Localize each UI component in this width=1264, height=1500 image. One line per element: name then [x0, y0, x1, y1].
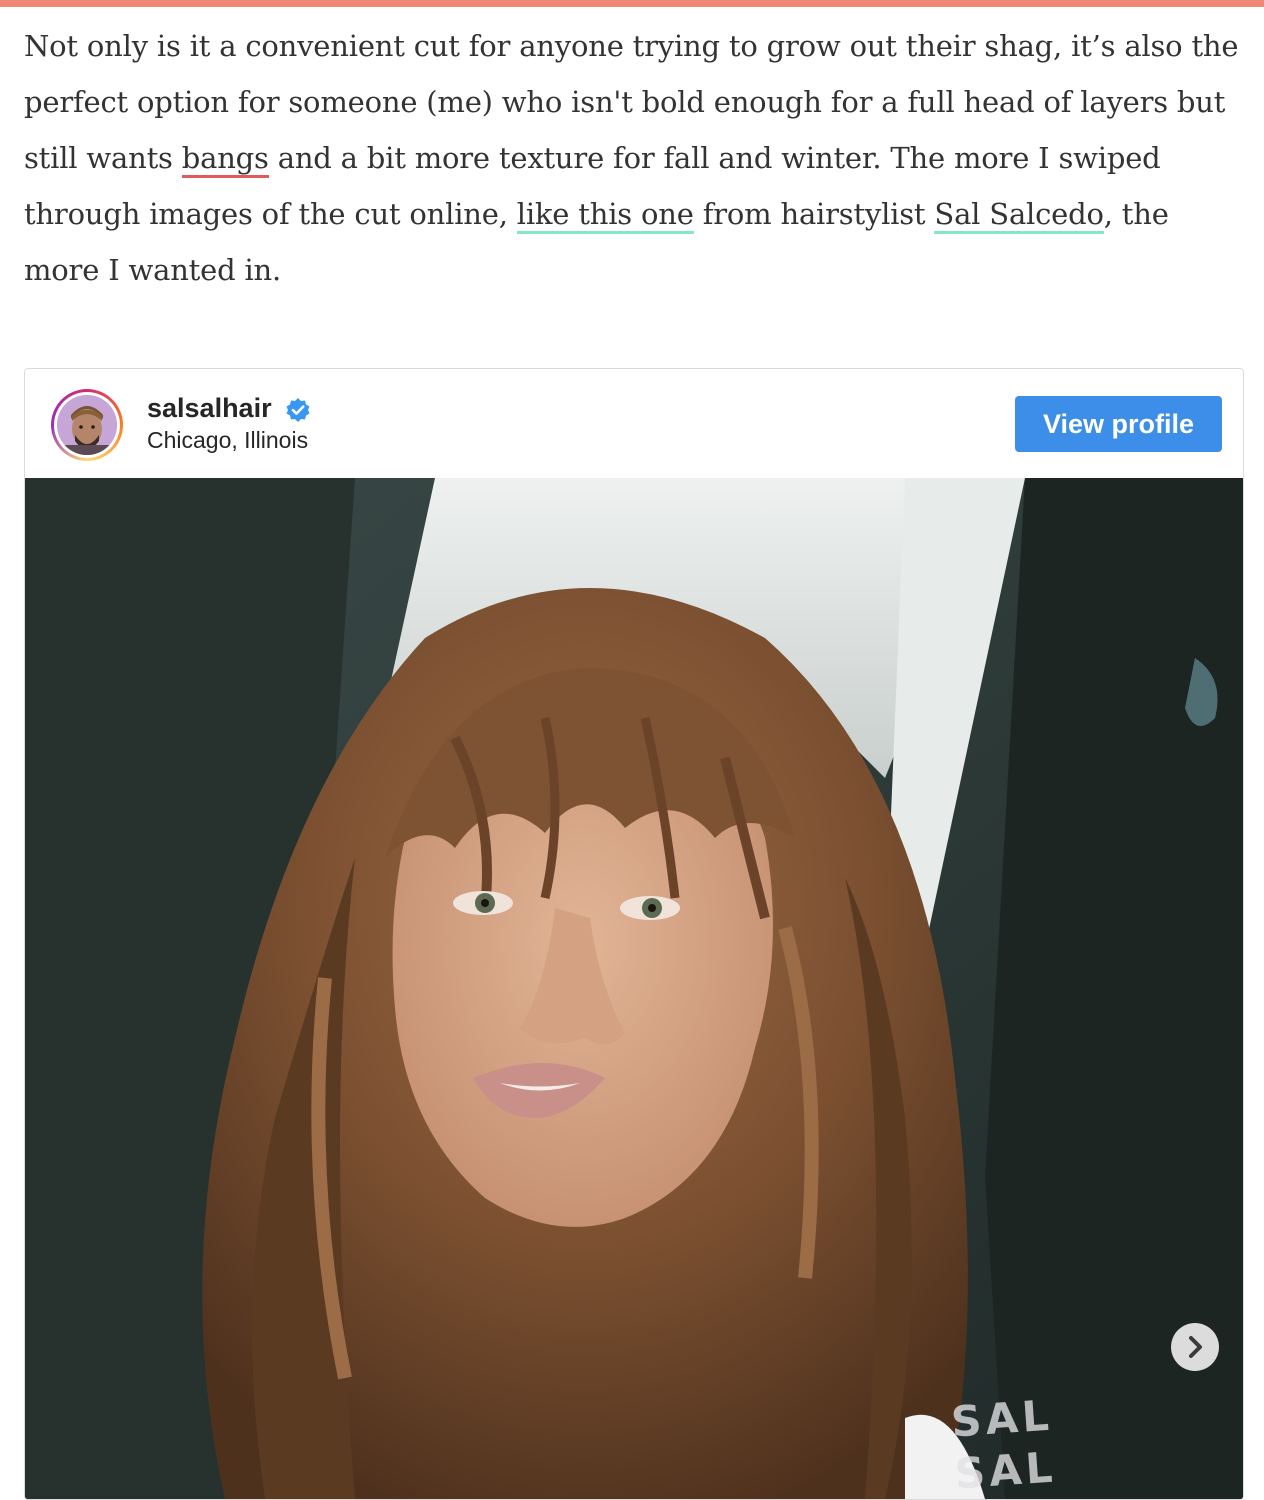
embed-header: salsalhair Chicago, Illinois View profil… [25, 369, 1243, 477]
watermark-line: SAL [949, 1390, 1055, 1447]
photo-watermark: SAL SAL [949, 1390, 1058, 1499]
instagram-embed: salsalhair Chicago, Illinois View profil… [24, 368, 1244, 1500]
link-bangs[interactable]: bangs [181, 141, 269, 178]
avatar-portrait [57, 395, 117, 455]
watermark-line: SAL [953, 1442, 1058, 1499]
avatar-image [57, 395, 117, 455]
username[interactable]: salsalhair [147, 393, 272, 424]
avatar-border [54, 392, 120, 458]
avatar[interactable] [51, 389, 123, 461]
article-text: from hairstylist [693, 197, 935, 231]
article-paragraph: Not only is it a convenient cut for anyo… [24, 18, 1248, 298]
top-accent-bar [0, 0, 1264, 7]
location[interactable]: Chicago, Illinois [147, 427, 308, 454]
post-photo[interactable]: SAL SAL [25, 478, 1243, 1499]
next-photo-button[interactable] [1171, 1323, 1219, 1371]
link-like-this-one[interactable]: like this one [516, 197, 694, 234]
chevron-right-icon [1189, 1336, 1202, 1358]
link-sal-salcedo[interactable]: Sal Salcedo [934, 197, 1104, 234]
view-profile-button[interactable]: View profile [1015, 396, 1222, 452]
verified-badge-icon [286, 398, 310, 422]
post-photo-image [25, 478, 1243, 1499]
